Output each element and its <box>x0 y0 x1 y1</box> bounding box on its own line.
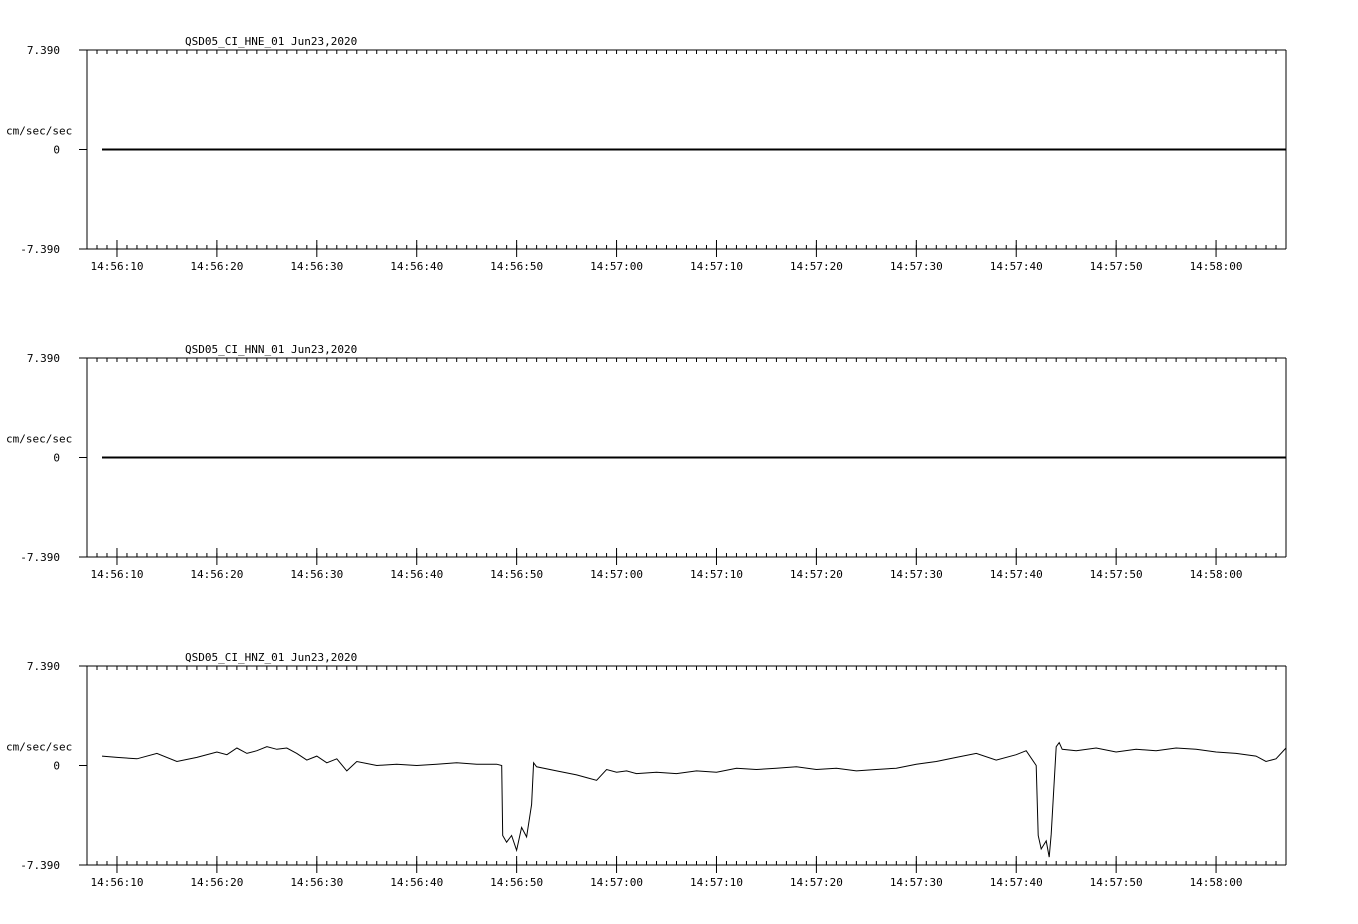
chart-title: QSD05_CI_HNE_01 Jun23,2020 <box>185 35 357 48</box>
x-tick-label: 14:56:50 <box>490 876 543 889</box>
x-tick-label: 14:57:20 <box>790 260 843 273</box>
y-tick-label-zero: 0 <box>53 144 60 157</box>
x-tick-label: 14:57:50 <box>1090 876 1143 889</box>
x-tick-label: 14:57:10 <box>690 568 743 581</box>
x-tick-label: 14:56:10 <box>90 876 143 889</box>
x-tick-label: 14:56:30 <box>290 260 343 273</box>
x-tick-label: 14:56:50 <box>490 568 543 581</box>
seismogram-figure: 14:56:10 14:56:20 14:56:30 14:56:40 14:56:50… <box>6 35 1287 889</box>
x-tick-label: 14:58:00 <box>1190 876 1243 889</box>
chart-title: QSD05_CI_HNZ_01 Jun23,2020 <box>185 651 357 664</box>
x-tick-label: 14:57:10 <box>690 876 743 889</box>
y-tick-label-zero: 0 <box>53 760 60 773</box>
x-tick-label: 14:56:40 <box>390 876 443 889</box>
x-tick-label: 14:57:10 <box>690 260 743 273</box>
y-tick-label-max: 7.390 <box>27 44 60 57</box>
y-tick-label-zero: 0 <box>53 452 60 465</box>
y-axis-label: cm/sec/sec <box>6 125 72 138</box>
x-tick-label: 14:56:20 <box>190 260 243 273</box>
x-tick-label: 14:56:20 <box>190 876 243 889</box>
y-axis-label: cm/sec/sec <box>6 433 72 446</box>
x-tick-label: 14:56:10 <box>90 568 143 581</box>
y-tick-label-min: -7.390 <box>20 551 60 564</box>
x-tick-label: 14:56:30 <box>290 568 343 581</box>
y-tick-label-min: -7.390 <box>20 859 60 872</box>
x-tick-label: 14:56:10 <box>90 260 143 273</box>
x-tick-label: 14:57:50 <box>1090 568 1143 581</box>
x-tick-label: 14:56:30 <box>290 876 343 889</box>
x-tick-label: 14:57:30 <box>890 568 943 581</box>
x-tick-label: 14:57:40 <box>990 876 1043 889</box>
y-tick-label-max: 7.390 <box>27 660 60 673</box>
y-tick-label-min: -7.390 <box>20 243 60 256</box>
x-tick-label: 14:57:20 <box>790 876 843 889</box>
chart-title: QSD05_CI_HNN_01 Jun23,2020 <box>185 343 357 356</box>
x-tick-label: 14:58:00 <box>1190 568 1243 581</box>
x-tick-label: 14:56:40 <box>390 260 443 273</box>
y-tick-label-max: 7.390 <box>27 352 60 365</box>
x-tick-label: 14:57:40 <box>990 260 1043 273</box>
series-line <box>101 741 1287 858</box>
x-tick-label: 14:57:30 <box>890 876 943 889</box>
x-tick-label: 14:56:50 <box>490 260 543 273</box>
x-tick-label: 14:56:40 <box>390 568 443 581</box>
x-tick-label: 14:58:00 <box>1190 260 1243 273</box>
x-tick-label: 14:57:40 <box>990 568 1043 581</box>
x-tick-label: 14:57:50 <box>1090 260 1143 273</box>
x-tick-label: 14:57:00 <box>590 568 643 581</box>
x-tick-label: 14:56:20 <box>190 568 243 581</box>
y-axis-label: cm/sec/sec <box>6 741 72 754</box>
x-tick-label: 14:57:00 <box>590 260 643 273</box>
x-tick-label: 14:57:00 <box>590 876 643 889</box>
x-tick-label: 14:57:20 <box>790 568 843 581</box>
x-tick-label: 14:57:30 <box>890 260 943 273</box>
